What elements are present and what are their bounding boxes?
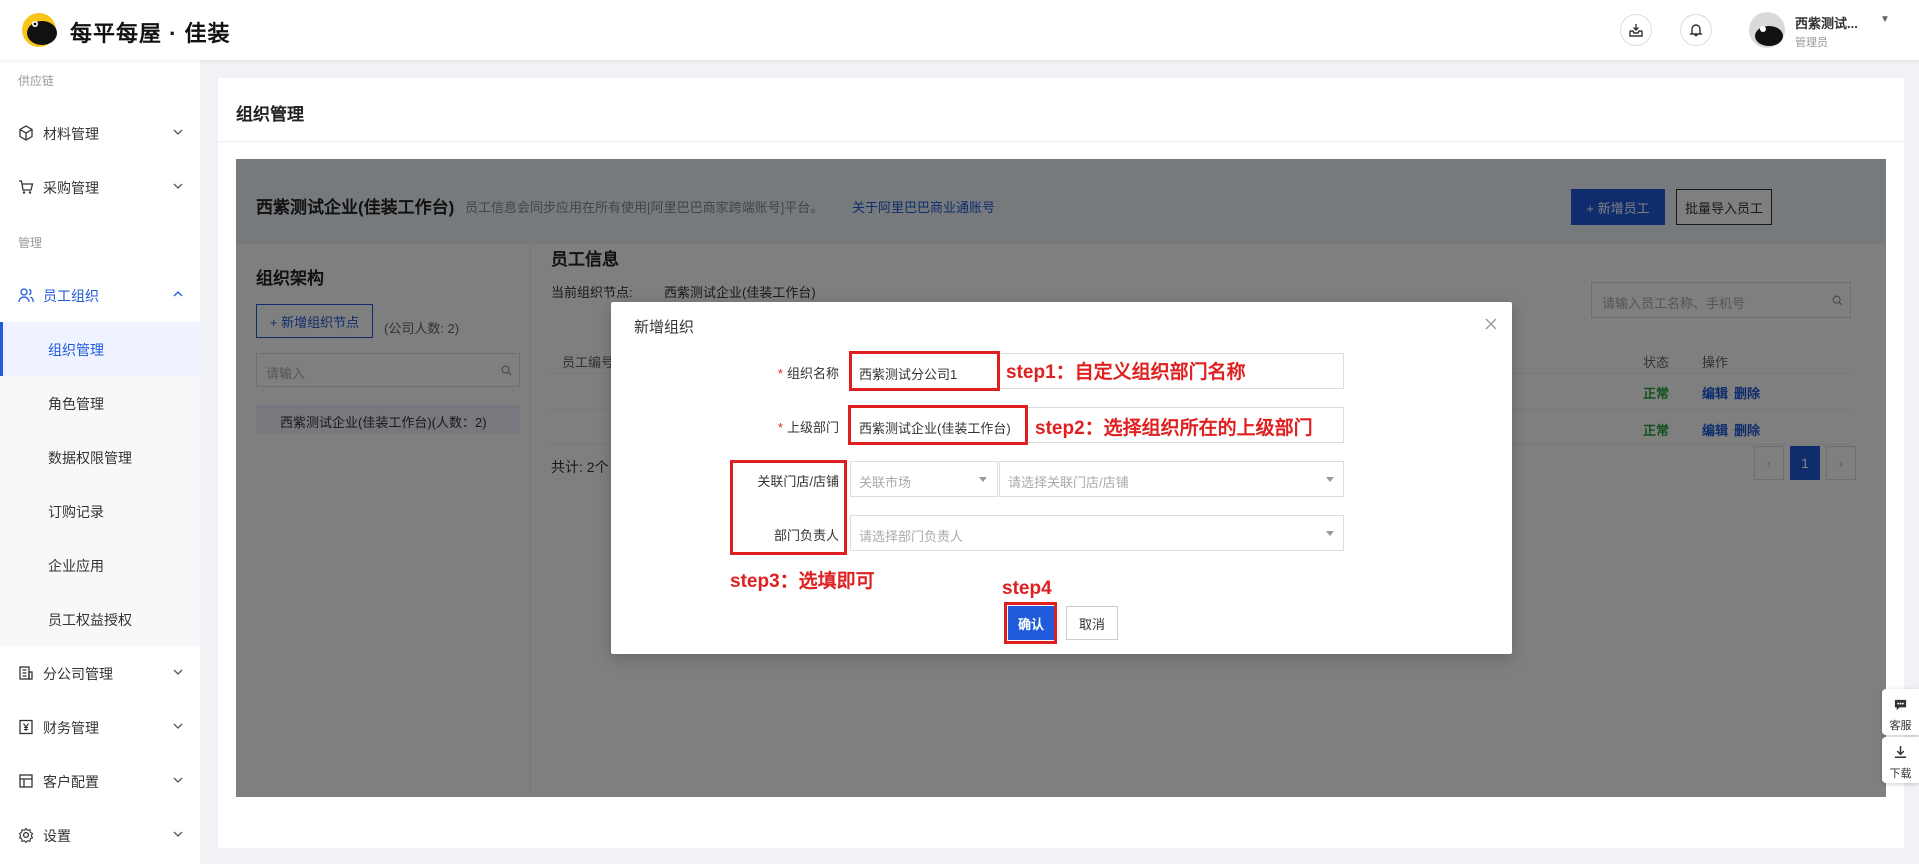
cube-icon <box>19 125 33 141</box>
page-title: 组织管理 <box>236 105 304 124</box>
sidebar-item-label: 采购管理 <box>43 180 99 196</box>
sidebar-item-label: 材料管理 <box>43 126 99 142</box>
caret-down-icon <box>1326 531 1334 536</box>
chevron-up-icon <box>173 291 183 297</box>
leader-label: 部门负责人 <box>773 528 839 543</box>
caret-down-icon <box>1326 477 1334 482</box>
sidebar-group-supply: 供应链 <box>18 74 55 88</box>
caret-down-icon <box>979 477 987 482</box>
sidebar-item-staff-org[interactable]: 员工组织 <box>0 268 200 322</box>
add-org-dialog: 新增组织 * 组织名称 西紫测试分公司1 * 上级部门 西紫测试企业(佳装工作台) … <box>611 302 1512 654</box>
yen-icon <box>19 719 33 735</box>
close-icon[interactable] <box>1483 316 1499 332</box>
cart-icon <box>19 180 34 194</box>
download-icon <box>1894 745 1907 758</box>
annotation-step1: step1：自定义组织部门名称 <box>1006 362 1246 383</box>
notification-button[interactable] <box>1680 14 1712 46</box>
brand-name: 每平每屋 · 佳装 <box>70 21 231 46</box>
inbox-button[interactable] <box>1620 14 1652 46</box>
user-name[interactable]: 西紫测试... <box>1795 13 1858 32</box>
store-select[interactable]: 请选择关联门店/店铺 <box>999 461 1344 497</box>
chevron-down-icon <box>173 669 183 675</box>
sidebar-item-label: 财务管理 <box>43 720 99 736</box>
leader-select[interactable]: 请选择部门负责人 <box>850 515 1344 551</box>
sidebar-subitem-data-permission[interactable]: 数据权限管理 <box>0 430 200 484</box>
users-icon <box>18 288 34 303</box>
sidebar-item-label: 分公司管理 <box>43 666 113 682</box>
customer-service-button[interactable]: 客服 <box>1882 689 1919 735</box>
layout-icon <box>19 774 33 788</box>
sidebar: 供应链 材料管理 采购管理 管理 员工组织 组织管理 角色管理 数据权限管理 订… <box>0 60 200 864</box>
sidebar-item-customer[interactable]: 客户配置 <box>0 754 200 808</box>
chevron-down-icon <box>173 129 183 135</box>
top-bar: 每平每屋 · 佳装 西紫测试... 管理员 ▼ <box>0 0 1919 60</box>
user-menu-caret-icon[interactable]: ▼ <box>1880 14 1890 25</box>
bell-icon <box>1689 24 1703 37</box>
gear-icon <box>18 827 34 843</box>
chevron-down-icon <box>173 831 183 837</box>
sidebar-subitem-role-manage[interactable]: 角色管理 <box>0 376 200 430</box>
chevron-down-icon <box>173 183 183 189</box>
confirm-button[interactable]: 确认 <box>1008 606 1054 640</box>
sidebar-item-label: 设置 <box>43 828 71 844</box>
sidebar-item-purchase[interactable]: 采购管理 <box>0 160 200 214</box>
sidebar-subitem-order-record[interactable]: 订购记录 <box>0 484 200 538</box>
sidebar-item-label: 客户配置 <box>43 774 99 790</box>
org-name-label: * 组织名称 <box>777 366 839 381</box>
divider <box>218 141 1904 142</box>
sidebar-item-materials[interactable]: 材料管理 <box>0 106 200 160</box>
annotation-step4: step4 <box>1002 578 1052 599</box>
sidebar-item-settings[interactable]: 设置 <box>0 808 200 862</box>
chevron-down-icon <box>173 723 183 729</box>
sidebar-item-label: 员工组织 <box>43 288 99 304</box>
chat-icon <box>1894 699 1907 711</box>
sidebar-group-manage: 管理 <box>18 236 43 250</box>
annotation-step2: step2：选择组织所在的上级部门 <box>1035 418 1313 439</box>
market-select[interactable]: 关联市场 <box>850 461 998 497</box>
sidebar-item-branch[interactable]: 分公司管理 <box>0 646 200 700</box>
brand-logo[interactable] <box>18 10 60 50</box>
inbox-icon <box>1629 24 1643 37</box>
download-button[interactable]: 下载 <box>1882 737 1919 783</box>
store-label: 关联门店/店铺 <box>757 474 839 489</box>
user-role: 管理员 <box>1795 37 1828 49</box>
sidebar-subitem-staff-rights[interactable]: 员工权益授权 <box>0 592 200 646</box>
sidebar-subitem-enterprise-app[interactable]: 企业应用 <box>0 538 200 592</box>
parent-dept-label: * 上级部门 <box>777 420 839 435</box>
annotation-step3: step3：选填即可 <box>730 571 875 592</box>
sidebar-item-finance[interactable]: 财务管理 <box>0 700 200 754</box>
cancel-button[interactable]: 取消 <box>1066 606 1118 640</box>
sidebar-subitem-org-manage[interactable]: 组织管理 <box>0 322 200 376</box>
chevron-down-icon <box>173 777 183 783</box>
dialog-title: 新增组织 <box>634 319 695 336</box>
avatar[interactable] <box>1749 12 1785 48</box>
building-icon <box>19 666 33 680</box>
